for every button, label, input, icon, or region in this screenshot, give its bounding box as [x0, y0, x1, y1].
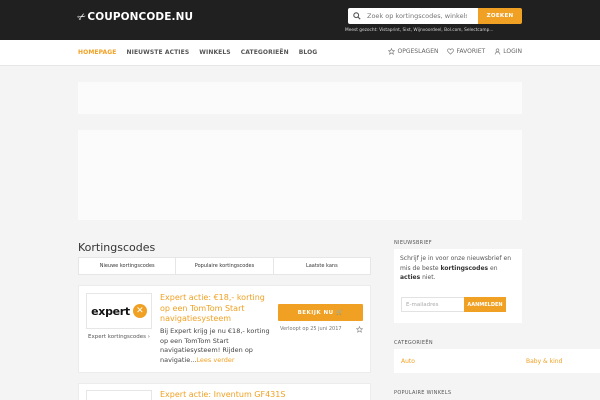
categories-box: Auto Baby & kind [394, 349, 600, 373]
newsletter-bold: acties [400, 274, 421, 281]
tab-new-codes[interactable]: Nieuwe kortingscodes [79, 258, 177, 274]
popular-searches: Meest gezocht: Vistaprint, Sixt, Wijnvoo… [345, 28, 494, 33]
newsletter-text: Schrijf je in voor onze nieuwsbrief en m… [400, 254, 518, 283]
logo-text: COUPONCODE.NU [87, 11, 194, 23]
nav-item-blog[interactable]: BLOG [299, 49, 318, 56]
section-title: Kortingscodes [78, 241, 156, 254]
category-link[interactable]: Baby & kind [526, 358, 562, 365]
heart-icon [447, 48, 455, 55]
search-button[interactable]: ZOEKEN [478, 8, 522, 24]
deal-description: Bij Expert krijg je nu €18,- korting op … [160, 327, 278, 365]
nav-menu: HOMEPAGE NIEUWSTE ACTIES WINKELS CATEGOR… [78, 49, 327, 56]
user-menu: OPGESLAGEN FAVORIET LOGIN [379, 48, 522, 55]
shop-logo[interactable] [86, 390, 152, 400]
deal-tabs: Nieuwe kortingscodes Populaire kortingsc… [78, 257, 371, 275]
read-more-link[interactable]: Lees verder [196, 356, 234, 364]
newsletter-subscribe-button[interactable]: AANMELDEN [464, 297, 506, 312]
newsletter-email-field[interactable]: E-mailadres [401, 297, 465, 312]
deal-card: Expert actie: Inventum GF431S [78, 383, 371, 400]
shop-logo-badge: ✕ [132, 304, 147, 318]
star-icon [388, 48, 396, 55]
ad-banner-large [78, 130, 522, 220]
expiry-date: Verloopt op 25 juni 2017 [280, 326, 342, 332]
search-field-wrapper[interactable] [348, 8, 478, 24]
deal-card: expert ✕ Expert kortingscodes › Expert a… [78, 285, 371, 373]
favorites-label: FAVORIET [456, 48, 486, 55]
newsletter-box: Schrijf je in voor onze nieuwsbrief en m… [394, 249, 522, 323]
ad-banner-top [78, 82, 522, 114]
search-input[interactable] [367, 12, 467, 20]
search-icon [353, 12, 361, 20]
search-bar: ZOEKEN [348, 8, 522, 24]
view-deal-button[interactable]: BEKIJK NU 🛒 [278, 304, 363, 321]
nav-item-shops[interactable]: WINKELS [199, 49, 230, 56]
nav-item-categories[interactable]: CATEGORIEËN [241, 49, 289, 56]
deal-title[interactable]: Expert actie: Inventum GF431S [160, 390, 285, 399]
user-icon [494, 48, 501, 55]
categories-heading: CATEGORIEËN [394, 340, 433, 346]
shop-logo[interactable]: expert ✕ [86, 293, 152, 329]
newsletter-bold: kortingscodes [440, 264, 489, 272]
favorite-star-icon[interactable] [356, 326, 363, 333]
saved-link[interactable]: OPGESLAGEN [388, 48, 438, 55]
newsletter-heading: NIEUWSBRIEF [394, 240, 432, 246]
main-nav: HOMEPAGE NIEUWSTE ACTIES WINKELS CATEGOR… [0, 40, 600, 66]
category-link[interactable]: Auto [401, 358, 415, 365]
tab-popular-codes[interactable]: Populaire kortingscodes [176, 258, 274, 274]
nav-item-homepage[interactable]: HOMEPAGE [78, 49, 117, 56]
deal-title[interactable]: Expert actie: €18,- korting op een TomTo… [160, 293, 270, 325]
saved-label: OPGESLAGEN [397, 48, 439, 55]
popular-shops-heading: POPULAIRE WINKELS [394, 390, 452, 396]
tab-last-chance[interactable]: Laatste kans [274, 258, 370, 274]
newsletter-text-part: en [488, 264, 498, 272]
shop-logo-text: expert [91, 304, 130, 318]
favorites-link[interactable]: FAVORIET [447, 48, 485, 55]
shop-codes-link[interactable]: Expert kortingscodes › [88, 334, 150, 340]
site-logo[interactable]: ✂ COUPONCODE.NU [76, 8, 194, 26]
login-link[interactable]: LOGIN [494, 48, 522, 55]
login-label: LOGIN [503, 48, 522, 55]
newsletter-text-part: niet. [420, 274, 436, 281]
nav-item-newest-deals[interactable]: NIEUWSTE ACTIES [127, 49, 190, 56]
top-header: ✂ COUPONCODE.NU ZOEKEN Meest gezocht: Vi… [0, 0, 600, 40]
